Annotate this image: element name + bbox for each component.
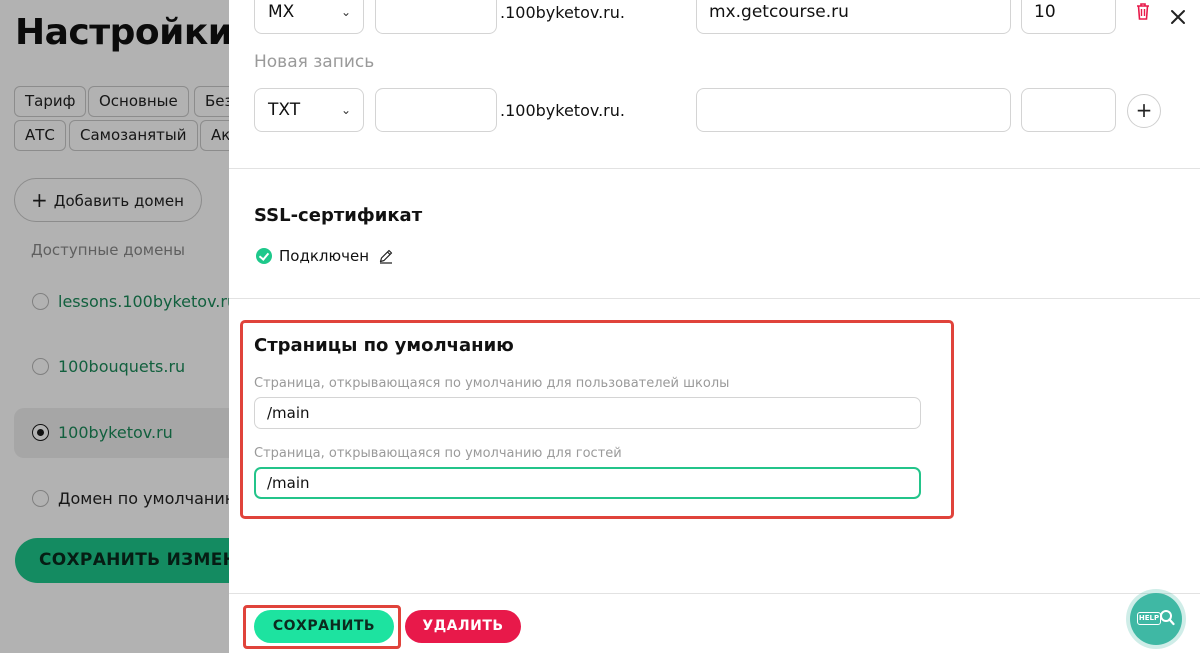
ssl-heading: SSL-сертификат bbox=[254, 205, 423, 226]
close-icon[interactable] bbox=[1168, 7, 1188, 27]
save-button[interactable]: СОХРАНИТЬ bbox=[254, 610, 394, 643]
ssl-status-text: Подключен bbox=[279, 247, 369, 265]
record-type-value: MX bbox=[268, 2, 295, 22]
users-default-page-input[interactable]: /main bbox=[254, 397, 921, 429]
chevron-down-icon: ⌄ bbox=[340, 103, 351, 117]
add-record-button[interactable]: + bbox=[1127, 94, 1161, 128]
guests-default-page-label: Страница, открывающаяся по умолчанию для… bbox=[254, 446, 622, 461]
chevron-down-icon: ⌄ bbox=[340, 5, 351, 19]
record-type-select[interactable]: MX ⌄ bbox=[254, 0, 364, 34]
divider bbox=[229, 298, 1200, 299]
plus-icon: + bbox=[1135, 98, 1153, 122]
record-value-input[interactable]: mx.getcourse.ru bbox=[696, 0, 1011, 34]
guests-default-page-input[interactable]: /main bbox=[254, 467, 921, 499]
new-record-value-input[interactable] bbox=[696, 88, 1011, 132]
new-record-domain-suffix: .100byketov.ru. bbox=[500, 101, 625, 120]
users-default-page-label: Страница, открывающаяся по умолчанию для… bbox=[254, 376, 730, 391]
new-record-heading: Новая запись bbox=[254, 52, 375, 72]
help-search-icon bbox=[1160, 610, 1175, 626]
new-record-priority-input[interactable] bbox=[1021, 88, 1116, 132]
check-circle-icon bbox=[256, 248, 272, 264]
divider bbox=[229, 168, 1200, 169]
default-pages-heading: Страницы по умолчанию bbox=[254, 335, 514, 356]
delete-button[interactable]: УДАЛИТЬ bbox=[405, 610, 521, 643]
record-host-input[interactable] bbox=[375, 0, 497, 34]
domain-settings-drawer: MX ⌄ .100byketov.ru. mx.getcourse.ru 10 … bbox=[229, 0, 1200, 653]
record-domain-suffix: .100byketov.ru. bbox=[500, 3, 625, 22]
record-priority-input[interactable]: 10 bbox=[1021, 0, 1116, 34]
new-record-type-value: TXT bbox=[268, 100, 301, 120]
new-record-type-select[interactable]: TXT ⌄ bbox=[254, 88, 364, 132]
help-label: HELP bbox=[1137, 612, 1161, 625]
footer-divider bbox=[229, 593, 1200, 594]
new-record-host-input[interactable] bbox=[375, 88, 497, 132]
trash-icon[interactable] bbox=[1135, 2, 1151, 20]
pencil-icon[interactable] bbox=[378, 248, 394, 264]
ssl-status: Подключен bbox=[256, 246, 394, 266]
help-widget-button[interactable]: HELP bbox=[1130, 593, 1182, 645]
